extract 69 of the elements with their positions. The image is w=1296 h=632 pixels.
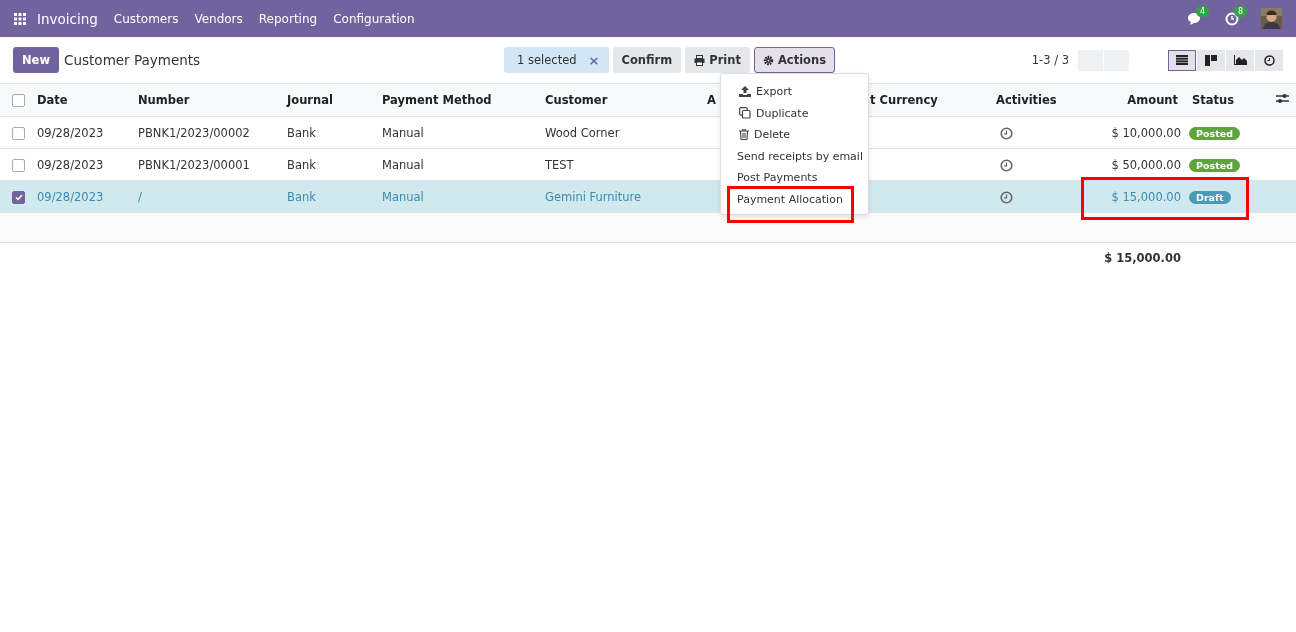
table-cell: Manual: [382, 189, 424, 204]
sliders-icon[interactable]: [1276, 93, 1289, 104]
table-cell: Gemini Furniture: [545, 189, 642, 204]
table-cell: Bank: [287, 189, 316, 204]
kanban-icon: [1205, 54, 1217, 66]
clock-icon[interactable]: [1000, 126, 1013, 140]
table-cell: 09/28/2023: [37, 157, 104, 172]
column-header[interactable]: Date: [37, 93, 68, 107]
total-amount: $ 15,000.00: [1104, 251, 1181, 265]
trash-icon: [739, 129, 749, 141]
view-switch-button[interactable]: [1255, 49, 1283, 71]
menu-item[interactable]: Payment Allocation: [721, 192, 843, 206]
copy-icon: [739, 107, 751, 120]
menu-item[interactable]: Post Payments: [721, 171, 818, 185]
view-switch-button[interactable]: [1226, 49, 1254, 71]
message-count: 4: [1196, 5, 1210, 17]
table-cell: PBNK1/2023/00002: [138, 125, 250, 140]
menu-item[interactable]: Customers: [113, 11, 179, 26]
menu-item[interactable]: Duplicate: [721, 106, 809, 120]
menu-item[interactable]: Vendors: [194, 11, 243, 26]
clock-icon[interactable]: [1000, 158, 1013, 172]
table-cell: /: [138, 189, 142, 204]
table-cell: $ 50,000.00: [1111, 157, 1181, 172]
apps-grid-icon[interactable]: [14, 12, 26, 25]
menu-item[interactable]: Configuration: [333, 11, 415, 26]
page-title: Customer Payments: [64, 52, 202, 68]
row-checkbox[interactable]: [12, 158, 25, 172]
status-badge: Posted: [1189, 126, 1240, 140]
view-switch-button[interactable]: [1168, 49, 1196, 71]
table-cell: Manual: [382, 125, 424, 140]
menu-item[interactable]: Send receipts by email: [721, 149, 863, 163]
table-cell: Bank: [287, 125, 316, 140]
table-cell: Manual: [382, 157, 424, 172]
column-header[interactable]: Customer: [545, 93, 608, 107]
action-button[interactable]: Confirm: [612, 47, 682, 73]
table-cell: PBNK1/2023/00001: [138, 157, 250, 172]
clock-icon: [1263, 54, 1275, 66]
printer-icon: [694, 54, 706, 66]
clock-icon[interactable]: [1000, 190, 1013, 204]
table-cell: 09/28/2023: [37, 189, 104, 204]
app-name[interactable]: Invoicing: [37, 10, 98, 27]
status-badge: Posted: [1189, 158, 1240, 172]
selection-count: 1 selected: [517, 53, 577, 67]
pager-text: 1-3 / 3: [1031, 53, 1069, 67]
table-cell: TEST: [545, 157, 574, 172]
view-switch-button[interactable]: [1197, 49, 1225, 71]
gear-icon: [762, 54, 774, 66]
select-all-checkbox[interactable]: [12, 94, 25, 107]
list-icon: [1176, 55, 1188, 65]
clear-selection-button[interactable]: ×: [588, 54, 600, 66]
column-header[interactable]: A: [707, 93, 716, 107]
table-cell: $ 10,000.00: [1111, 125, 1181, 140]
status-badge: Draft: [1189, 190, 1231, 204]
row-checkbox[interactable]: [12, 126, 25, 140]
column-header[interactable]: Number: [138, 93, 190, 107]
row-checkbox[interactable]: [12, 190, 25, 204]
table-cell: $ 15,000.00: [1111, 189, 1181, 204]
actions-button[interactable]: Actions: [753, 47, 836, 73]
upload-icon: [739, 86, 751, 98]
menu-item[interactable]: Export: [721, 85, 792, 99]
area-chart-icon: [1233, 55, 1247, 65]
table-cell: Wood Corner: [545, 125, 620, 140]
menu-item[interactable]: Reporting: [258, 11, 318, 26]
activity-count: 8: [1234, 5, 1248, 17]
table-cell: 09/28/2023: [37, 125, 104, 140]
menu-item[interactable]: Delete: [721, 128, 791, 142]
new-button[interactable]: New: [13, 47, 60, 73]
table-cell: Bank: [287, 157, 316, 172]
print-button[interactable]: Print: [685, 47, 750, 73]
